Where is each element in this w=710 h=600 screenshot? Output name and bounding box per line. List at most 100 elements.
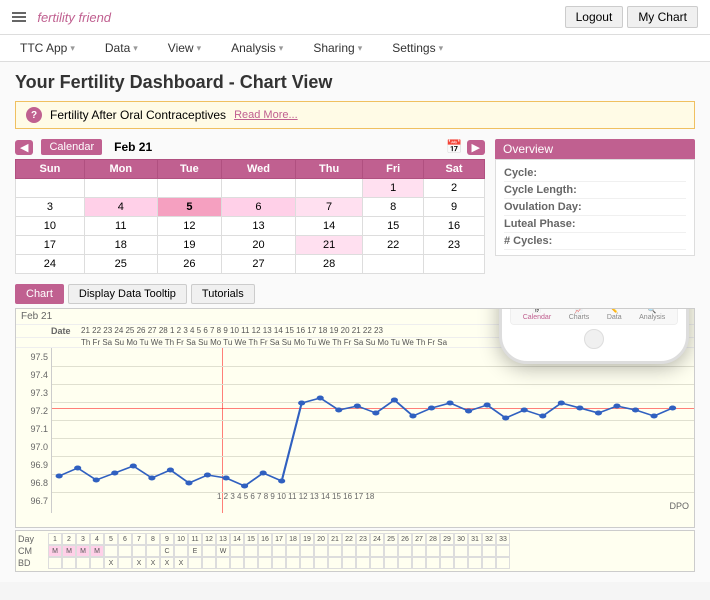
list-item bbox=[454, 557, 468, 569]
chevron-down-icon: ▾ bbox=[358, 43, 363, 54]
main-content: Your Fertility Dashboard - Chart View ? … bbox=[0, 62, 710, 582]
cal-day[interactable] bbox=[295, 179, 363, 198]
bottom-chart: Day 1 2 3 4 5 6 7 8 9 10 11 12 13 14 15 … bbox=[15, 530, 695, 572]
list-item bbox=[412, 557, 426, 569]
cal-day[interactable]: 22 bbox=[363, 236, 424, 255]
chevron-down-icon: ▾ bbox=[133, 43, 138, 54]
cal-header-mon: Mon bbox=[84, 160, 157, 179]
tab-tutorials[interactable]: Tutorials bbox=[191, 284, 255, 304]
cal-day[interactable]: 10 bbox=[16, 217, 85, 236]
cal-day[interactable]: 7 bbox=[295, 198, 363, 217]
cal-day[interactable]: 8 bbox=[363, 198, 424, 217]
cal-day[interactable]: 12 bbox=[157, 217, 221, 236]
list-item bbox=[440, 557, 454, 569]
list-item: 9 bbox=[160, 533, 174, 545]
phone-mockup: Carrier 2:05 PM ▮ More Fertility Friend … bbox=[499, 308, 689, 364]
list-item bbox=[118, 557, 132, 569]
table-row: 17 18 19 20 21 22 23 bbox=[16, 236, 485, 255]
cal-day[interactable] bbox=[363, 255, 424, 274]
cal-day[interactable]: 27 bbox=[222, 255, 296, 274]
read-more-link[interactable]: Read More... bbox=[234, 109, 298, 121]
phone-tab-analysis[interactable]: 🔍 Analysis bbox=[639, 308, 665, 321]
chart-container: Feb 21 FertilityFriend.com Date 21 22 23… bbox=[15, 308, 695, 528]
phone-home-button[interactable] bbox=[584, 329, 604, 349]
cal-day[interactable]: 16 bbox=[424, 217, 485, 236]
cal-day[interactable]: 17 bbox=[16, 236, 85, 255]
cal-header-sun: Sun bbox=[16, 160, 85, 179]
chart-plot: DPO 1 2 3 4 5 6 7 8 9 10 11 12 13 14 15 … bbox=[51, 348, 694, 513]
cal-header-wed: Wed bbox=[222, 160, 296, 179]
hamburger-icon[interactable] bbox=[12, 12, 26, 22]
nav-data[interactable]: Data ▾ bbox=[105, 41, 138, 55]
cal-day[interactable]: 15 bbox=[363, 217, 424, 236]
cal-day[interactable]: 26 bbox=[157, 255, 221, 274]
cal-day[interactable] bbox=[424, 255, 485, 274]
list-item bbox=[300, 545, 314, 557]
list-item: 8 bbox=[146, 533, 160, 545]
nav-ttc-app[interactable]: TTC App ▾ bbox=[20, 41, 75, 55]
cal-day[interactable]: 20 bbox=[222, 236, 296, 255]
list-item bbox=[342, 545, 356, 557]
cal-day[interactable]: 13 bbox=[222, 217, 296, 236]
list-item: M bbox=[62, 545, 76, 557]
phone-tab-data[interactable]: ✏️ Data bbox=[607, 308, 622, 321]
cal-day[interactable] bbox=[157, 179, 221, 198]
list-item bbox=[286, 545, 300, 557]
nav-settings[interactable]: Settings ▾ bbox=[392, 41, 443, 55]
nav-view[interactable]: View ▾ bbox=[168, 41, 201, 55]
list-item bbox=[342, 557, 356, 569]
dpo-numbers: 1 2 3 4 5 6 7 8 9 10 11 12 13 14 15 16 1… bbox=[217, 492, 694, 501]
cal-day[interactable]: 5 bbox=[157, 198, 221, 217]
cal-day[interactable]: 14 bbox=[295, 217, 363, 236]
list-item: 15 bbox=[244, 533, 258, 545]
cal-day[interactable]: 19 bbox=[157, 236, 221, 255]
dpo-label: DPO bbox=[669, 501, 689, 511]
y-label: 96.9 bbox=[16, 456, 51, 474]
overview-row-cycle: Cycle: bbox=[504, 165, 686, 182]
list-item: X bbox=[160, 557, 174, 569]
calendar-next-button[interactable]: ▶ bbox=[467, 140, 485, 155]
cal-day[interactable]: 9 bbox=[424, 198, 485, 217]
cal-day[interactable]: 21 bbox=[295, 236, 363, 255]
overview-row-cycle-length: Cycle Length: bbox=[504, 182, 686, 199]
my-chart-button[interactable]: My Chart bbox=[627, 6, 698, 28]
list-item: 23 bbox=[356, 533, 370, 545]
cm-row: CM M M M M C E W bbox=[18, 545, 692, 557]
list-item: M bbox=[48, 545, 62, 557]
calendar-prev-button[interactable]: ◀ bbox=[15, 140, 33, 155]
list-item: 28 bbox=[426, 533, 440, 545]
cal-header-sat: Sat bbox=[424, 160, 485, 179]
nav-analysis[interactable]: Analysis ▾ bbox=[231, 41, 283, 55]
cal-day[interactable] bbox=[222, 179, 296, 198]
list-item bbox=[300, 557, 314, 569]
cal-day[interactable]: 11 bbox=[84, 217, 157, 236]
tab-display-data-tooltip[interactable]: Display Data Tooltip bbox=[68, 284, 187, 304]
cal-day[interactable]: 6 bbox=[222, 198, 296, 217]
list-item: 10 bbox=[174, 533, 188, 545]
list-item: E bbox=[188, 545, 202, 557]
cal-day[interactable]: 24 bbox=[16, 255, 85, 274]
list-item bbox=[314, 557, 328, 569]
cal-day[interactable]: 2 bbox=[424, 179, 485, 198]
chevron-down-icon: ▾ bbox=[439, 43, 444, 54]
phone-tab-calendar[interactable]: 📅 Calendar bbox=[523, 308, 551, 321]
cal-day[interactable] bbox=[84, 179, 157, 198]
cal-day[interactable]: 1 bbox=[363, 179, 424, 198]
nav-sharing[interactable]: Sharing ▾ bbox=[313, 41, 362, 55]
cal-day[interactable]: 28 bbox=[295, 255, 363, 274]
cal-day[interactable]: 4 bbox=[84, 198, 157, 217]
y-label: 96.7 bbox=[16, 492, 51, 510]
overview-luteal-label: Luteal Phase: bbox=[504, 218, 576, 230]
phone-tab-charts[interactable]: 📈 Charts bbox=[569, 308, 590, 321]
list-item bbox=[258, 545, 272, 557]
cal-day[interactable] bbox=[16, 179, 85, 198]
list-item bbox=[370, 545, 384, 557]
list-item bbox=[118, 545, 132, 557]
tab-chart[interactable]: Chart bbox=[15, 284, 64, 304]
cal-day[interactable]: 18 bbox=[84, 236, 157, 255]
cal-day[interactable]: 25 bbox=[84, 255, 157, 274]
logout-button[interactable]: Logout bbox=[565, 6, 624, 28]
cal-day[interactable]: 3 bbox=[16, 198, 85, 217]
cal-day[interactable]: 23 bbox=[424, 236, 485, 255]
list-item bbox=[202, 557, 216, 569]
